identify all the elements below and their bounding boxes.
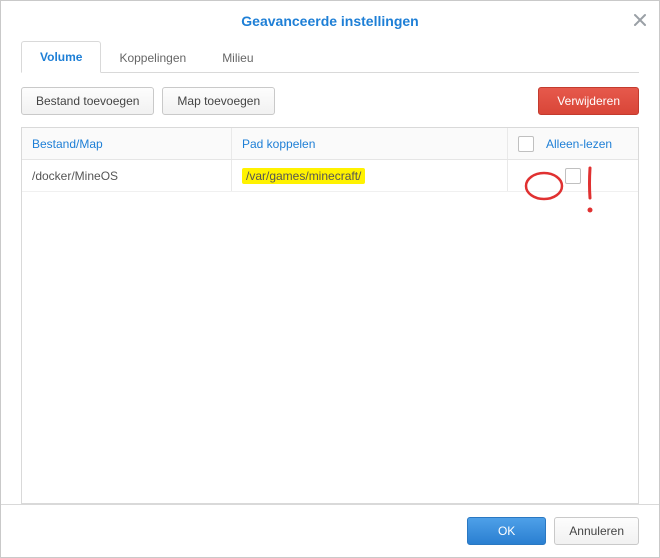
advanced-settings-dialog: Geavanceerde instellingen Volume Koppeli… (0, 0, 660, 558)
cancel-button[interactable]: Annuleren (554, 517, 639, 545)
close-icon[interactable] (631, 11, 649, 29)
cell-readonly (508, 160, 638, 191)
row-readonly-checkbox[interactable] (565, 168, 581, 184)
tab-bar: Volume Koppelingen Milieu (21, 41, 639, 73)
volume-table: Bestand/Map Pad koppelen Alleen-lezen /d… (21, 127, 639, 504)
add-folder-button[interactable]: Map toevoegen (162, 87, 275, 115)
column-file-folder[interactable]: Bestand/Map (32, 137, 103, 151)
tab-volume[interactable]: Volume (21, 41, 101, 73)
add-file-button[interactable]: Bestand toevoegen (21, 87, 154, 115)
tab-links[interactable]: Koppelingen (101, 43, 204, 73)
toolbar: Bestand toevoegen Map toevoegen Verwijde… (21, 87, 639, 115)
highlighted-path: /var/games/minecraft/ (242, 168, 365, 184)
delete-button[interactable]: Verwijderen (538, 87, 639, 115)
dialog-body: Bestand toevoegen Map toevoegen Verwijde… (1, 73, 659, 504)
ok-button[interactable]: OK (467, 517, 546, 545)
dialog-title: Geavanceerde instellingen (241, 13, 418, 29)
column-mount-path[interactable]: Pad koppelen (242, 137, 315, 151)
cell-file: /docker/MineOS (22, 160, 232, 191)
dialog-footer: OK Annuleren (1, 504, 659, 557)
header-readonly-checkbox[interactable] (518, 136, 534, 152)
table-header: Bestand/Map Pad koppelen Alleen-lezen (22, 128, 638, 160)
cell-path: /var/games/minecraft/ (232, 160, 508, 191)
dialog-titlebar: Geavanceerde instellingen (1, 1, 659, 41)
column-read-only[interactable]: Alleen-lezen (546, 137, 612, 151)
tab-env[interactable]: Milieu (204, 43, 271, 73)
table-row[interactable]: /docker/MineOS /var/games/minecraft/ (22, 160, 638, 192)
